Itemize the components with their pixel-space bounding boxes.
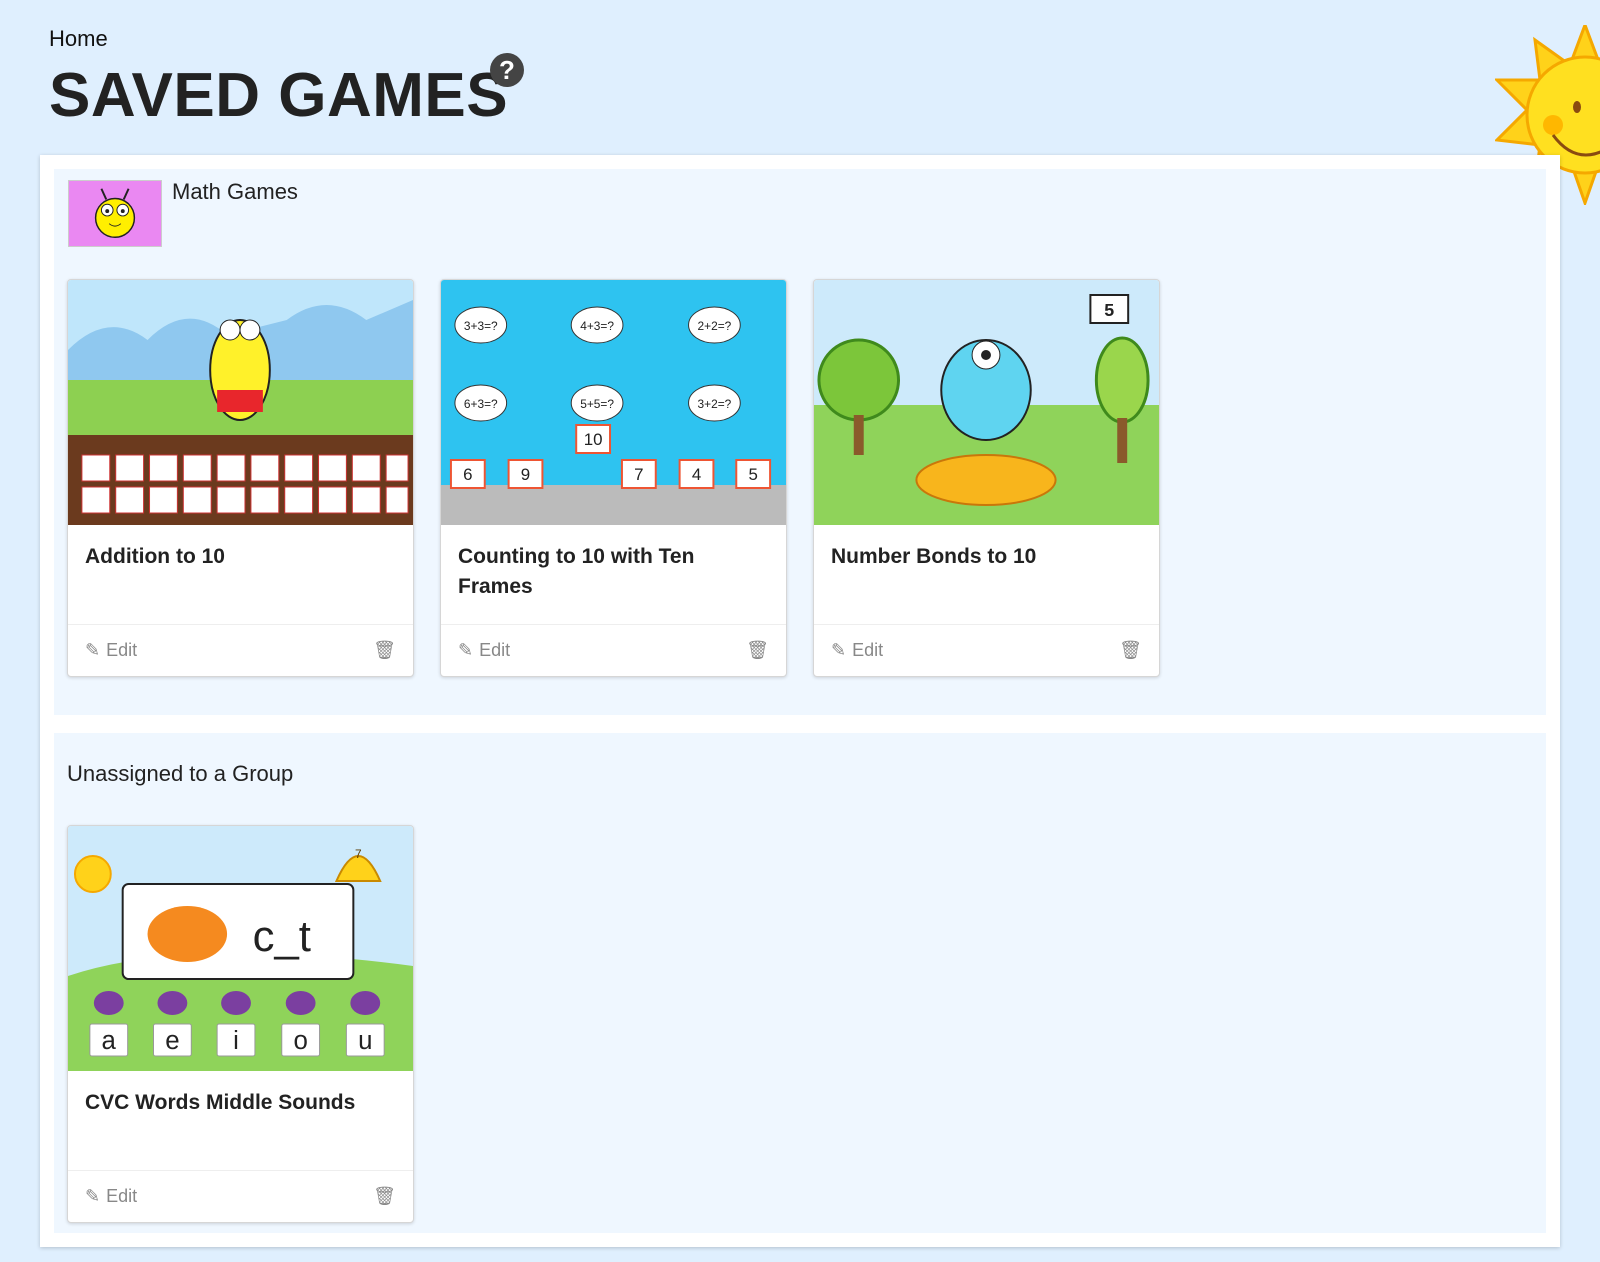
page-title: SAVED GAMES [49,61,509,130]
game-card[interactable]: Addition to 10 ✎ Edit 🗑 [67,279,414,677]
edit-icon: ✎ [85,640,101,660]
trash-icon[interactable]: 🗑 [1119,640,1142,661]
svg-text:6: 6 [463,465,472,484]
game-card[interactable]: 5 Number Bonds to 10 ✎ Edit 🗑 [813,279,1160,677]
saved-games-panel: Math Games Addition to 10 ✎ Edit 🗑 3+3=? 4+… [40,155,1560,1247]
game-card[interactable]: 7 c_t a e i o u CVC Words Middle Sounds ✎ Edi… [67,825,414,1223]
sum-label: 4+3=? [580,319,614,333]
game-card[interactable]: 3+3=? 4+3=? 2+2=? 6+3=? 5+5=? 3+2=? 6 9 10 7 4 5 … [440,279,787,677]
game-title[interactable]: Counting to 10 with Ten Frames [441,525,786,623]
group-thumbnail-monster [68,180,162,247]
sum-label: 3+3=? [464,319,498,333]
group-name: Math Games [172,179,298,204]
trash-icon[interactable]: 🗑 [746,640,769,661]
sum-label: 3+2=? [698,397,732,411]
letter-tile: i [233,1027,239,1055]
svg-text:9: 9 [521,465,530,484]
svg-text:7: 7 [355,847,362,861]
game-thumbnail-cvc[interactable]: 7 c_t a e i o u [68,826,413,1071]
edit-button[interactable]: ✎ Edit [85,1186,137,1207]
svg-text:c_t: c_t [253,912,311,961]
question-circle-icon[interactable]: ? [490,53,524,87]
svg-text:7: 7 [634,465,643,484]
letter-tile: u [358,1027,372,1055]
edit-icon: ✎ [85,1186,101,1206]
edit-icon: ✎ [831,640,847,660]
sum-label: 2+2=? [698,319,732,333]
edit-icon: ✎ [458,640,474,660]
sum-label: 5+5=? [580,397,614,411]
game-title[interactable]: Addition to 10 [68,525,413,623]
game-thumbnail-number-bonds[interactable]: 5 [814,280,1159,525]
letter-tile: a [102,1027,117,1055]
sum-label: 6+3=? [464,397,498,411]
game-title[interactable]: CVC Words Middle Sounds [68,1071,413,1169]
group-unassigned: Unassigned to a Group 7 c_t a e i o u CVC Wo… [54,733,1546,1233]
svg-text:5: 5 [748,465,757,484]
edit-button[interactable]: ✎ Edit [831,640,883,661]
edit-button[interactable]: ✎ Edit [458,640,510,661]
svg-text:10: 10 [584,430,603,449]
trash-icon[interactable]: 🗑 [373,1186,396,1207]
group-math-games: Math Games Addition to 10 ✎ Edit 🗑 3+3=? 4+… [54,169,1546,715]
breadcrumb-home[interactable]: Home [49,26,108,52]
letter-tile: o [293,1027,307,1055]
letter-tile: e [165,1027,179,1055]
edit-button[interactable]: ✎ Edit [85,640,137,661]
trash-icon[interactable]: 🗑 [373,640,396,661]
game-thumbnail-addition[interactable] [68,280,413,525]
game-title[interactable]: Number Bonds to 10 [814,525,1159,623]
svg-text:4: 4 [692,465,701,484]
group-name: Unassigned to a Group [67,761,294,786]
game-thumbnail-counting[interactable]: 3+3=? 4+3=? 2+2=? 6+3=? 5+5=? 3+2=? 6 9 10 7 4 5 [441,280,786,525]
svg-text:5: 5 [1104,300,1114,320]
